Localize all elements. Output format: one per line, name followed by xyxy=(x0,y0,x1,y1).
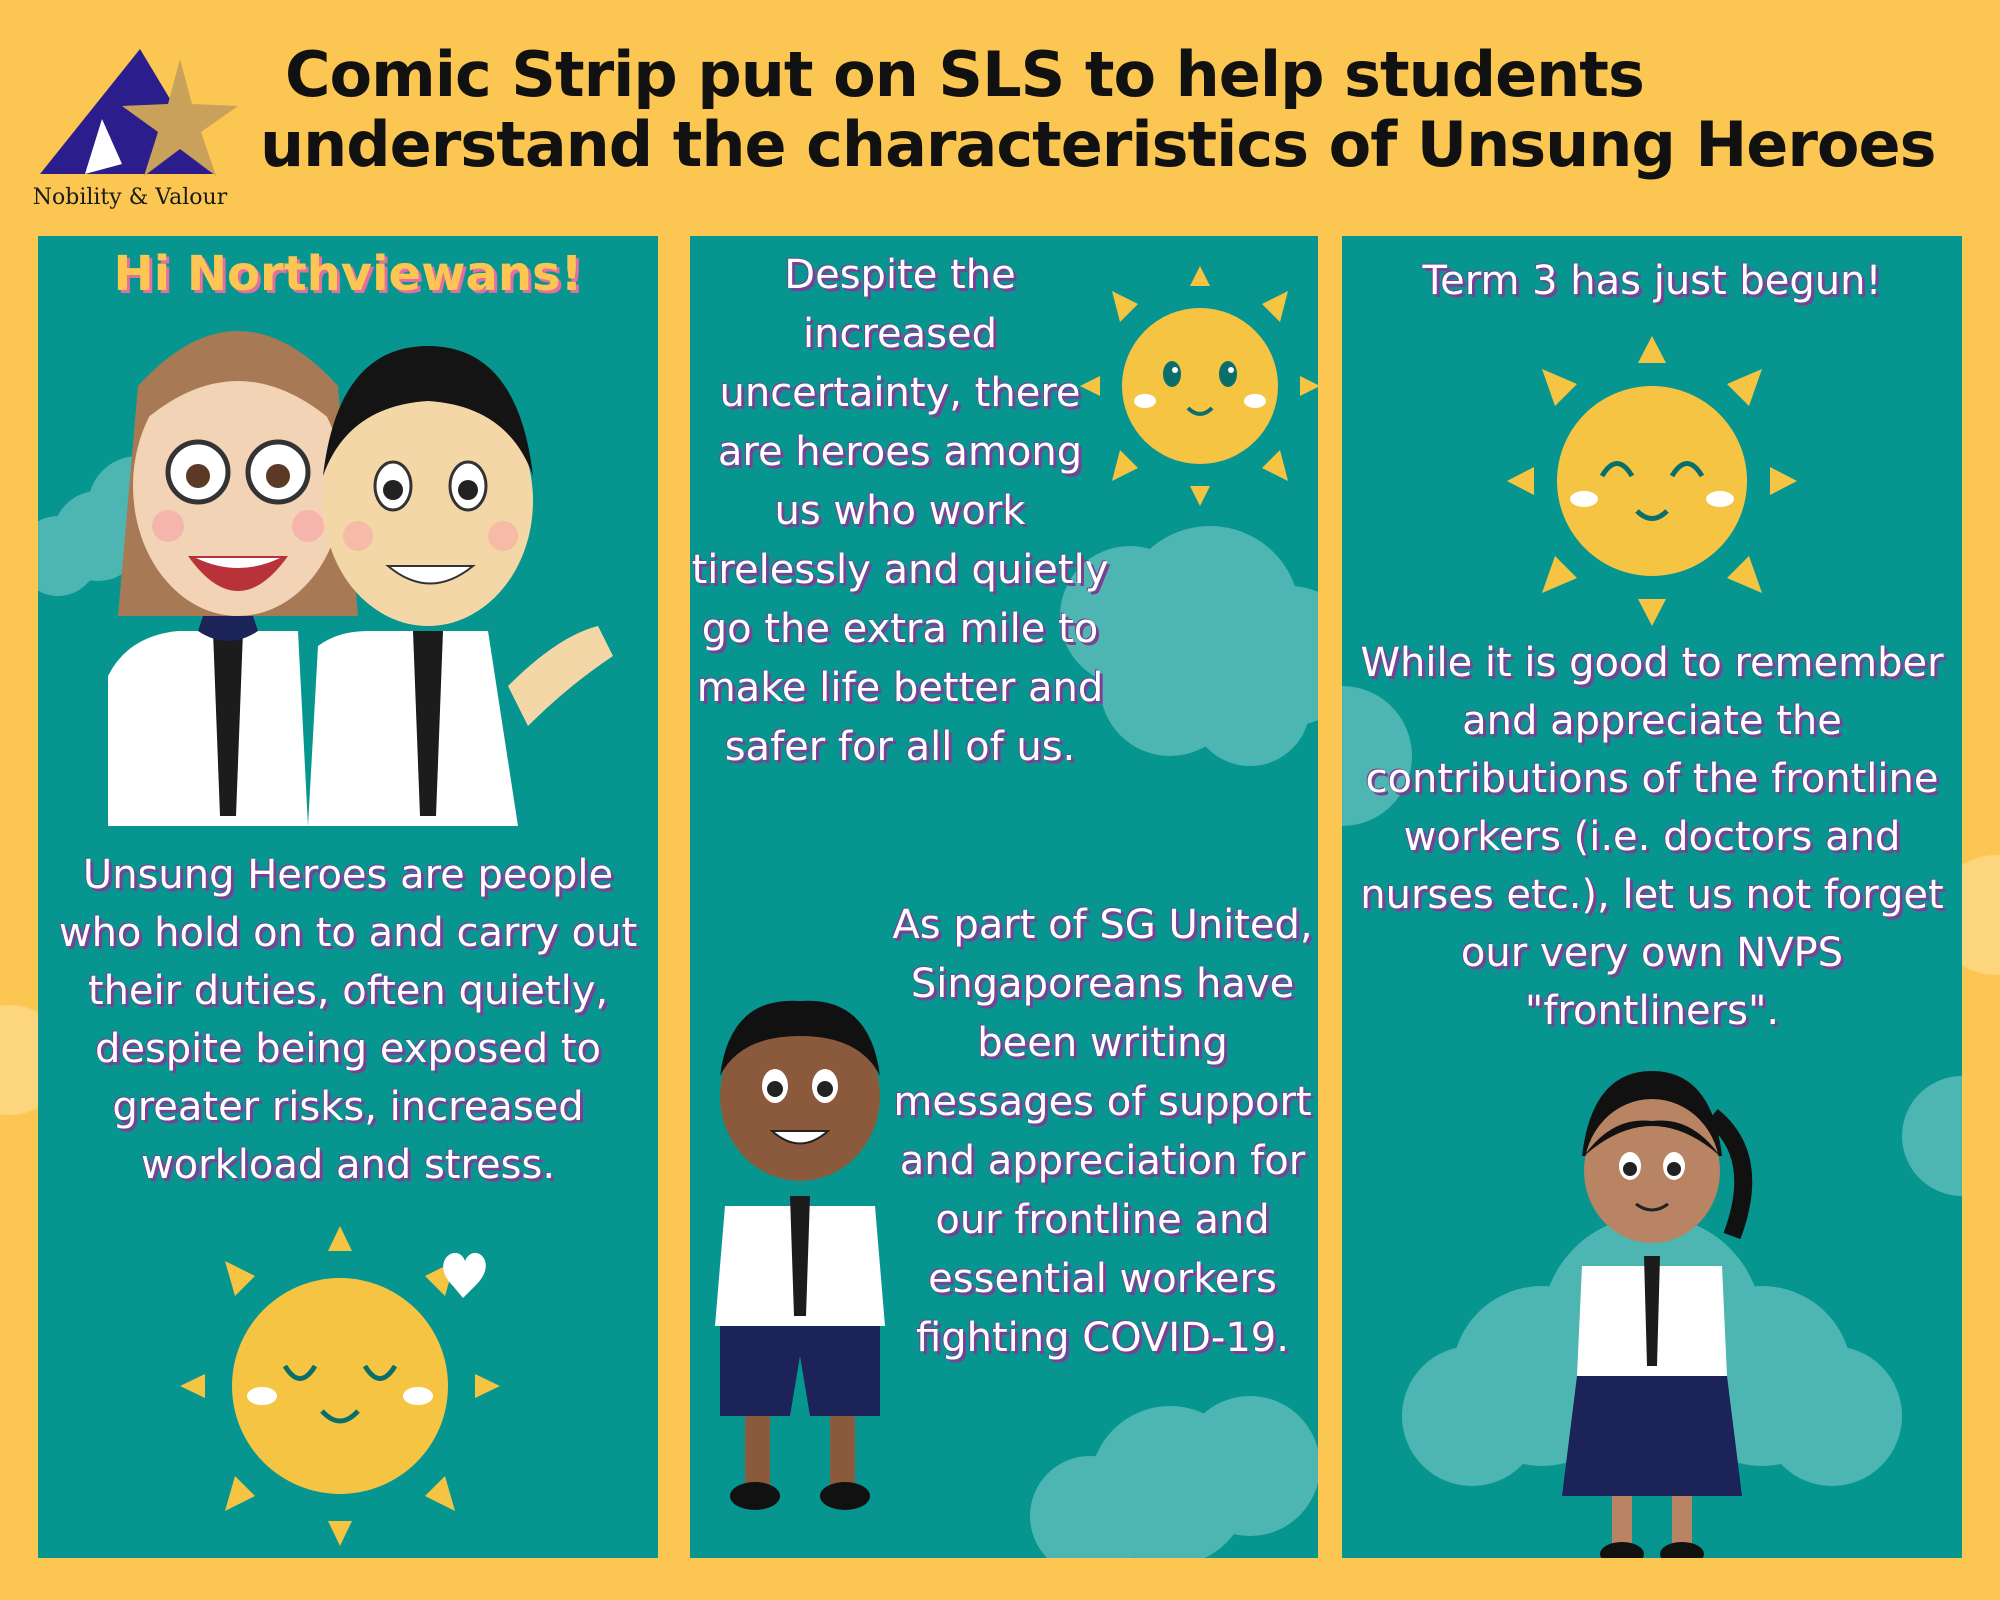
boy-character-2 xyxy=(715,1000,885,1510)
sun-icon xyxy=(1080,266,1318,506)
logo-caption: Nobility & Valour xyxy=(32,185,228,210)
panel-2-text-bottom: As part of SG United, Singaporeans have … xyxy=(892,902,1313,1361)
girl-character-2 xyxy=(1562,1071,1753,1558)
boy-character xyxy=(308,346,613,826)
panel-3-text-bottom: While it is good to remember and appreci… xyxy=(1360,640,1944,1034)
comic-panel-2: Despite the increased uncertainty, there… xyxy=(690,236,1318,1558)
panel-1-text: Unsung Heroes are people who hold on to … xyxy=(58,852,638,1188)
panel-1-greeting: Hi Northviewans! xyxy=(113,246,583,302)
panel-2-text-top: Despite the increased uncertainty, there… xyxy=(691,252,1109,770)
title-line-2: understand the characteristics of Unsung… xyxy=(260,108,1936,181)
sun-icon xyxy=(1507,336,1797,626)
page-title: Comic Strip put on SLS to help students … xyxy=(260,40,1980,180)
panel-3-text-top: Term 3 has just begun! xyxy=(1422,258,1882,304)
title-line-1: Comic Strip put on SLS to help students xyxy=(285,38,1645,111)
comic-panel-3: Term 3 has just begun! While it is good … xyxy=(1342,236,1962,1558)
comic-panel-1: Hi Northviewans! Unsung Heroes are peopl… xyxy=(38,236,658,1558)
heart-speech-icon xyxy=(443,1252,486,1298)
